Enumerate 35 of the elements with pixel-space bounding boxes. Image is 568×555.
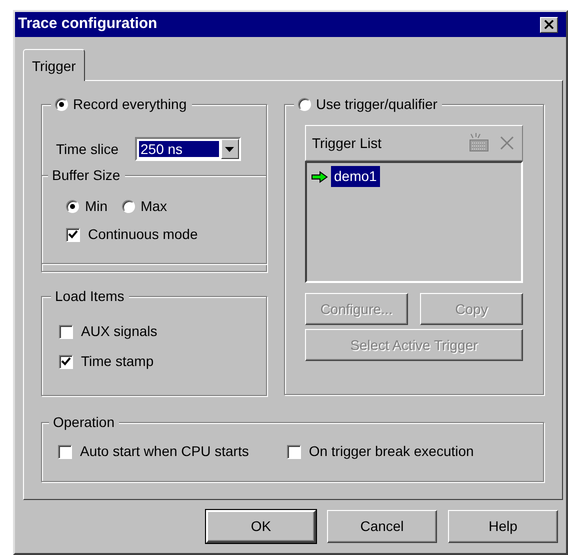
checkbox-label: Time stamp [81, 352, 154, 371]
radio-button[interactable] [66, 200, 79, 213]
button[interactable]: OK [206, 510, 316, 543]
checkbox-label: AUX signals [81, 322, 158, 341]
radio-button[interactable] [122, 200, 135, 213]
radio-button[interactable] [55, 98, 68, 110]
checkbox[interactable] [58, 444, 72, 458]
group-title: Operation [53, 413, 114, 431]
checkbox[interactable] [66, 228, 80, 242]
radio-label: Use trigger/qualifier [316, 95, 438, 113]
arrow-icon [311, 170, 329, 182]
radio-button[interactable] [298, 98, 311, 110]
button[interactable]: Cancel [327, 510, 437, 543]
new-trigger-icon[interactable] [468, 133, 490, 153]
tab[interactable]: Trigger [23, 49, 85, 81]
radio-label: Record everything [73, 95, 187, 113]
checkbox-label: Continuous mode [88, 225, 198, 244]
button[interactable]: Help [448, 510, 558, 543]
checkbox[interactable] [286, 444, 301, 458]
radio-label: Max [140, 197, 168, 216]
window-title: Trace configuration [18, 14, 158, 34]
list-item[interactable]: demo1 [331, 166, 380, 187]
trigger-list-title: Trigger List [312, 134, 382, 153]
radio-label: Min [85, 197, 108, 216]
dropdown-arrow-icon [225, 146, 234, 152]
checkbox[interactable] [59, 354, 73, 368]
time-slice-label: Time slice [56, 140, 118, 158]
close-icon [544, 20, 554, 29]
group-title: Buffer Size [52, 166, 120, 184]
checkbox-label: On trigger break execution [308, 442, 474, 461]
checkbox[interactable] [59, 324, 73, 338]
checkbox-label: Auto start when CPU starts [80, 442, 249, 461]
time-slice-dropdown[interactable]: 250 ns [134, 137, 240, 161]
group-title: Load Items [55, 287, 124, 305]
close-button[interactable] [540, 16, 558, 32]
